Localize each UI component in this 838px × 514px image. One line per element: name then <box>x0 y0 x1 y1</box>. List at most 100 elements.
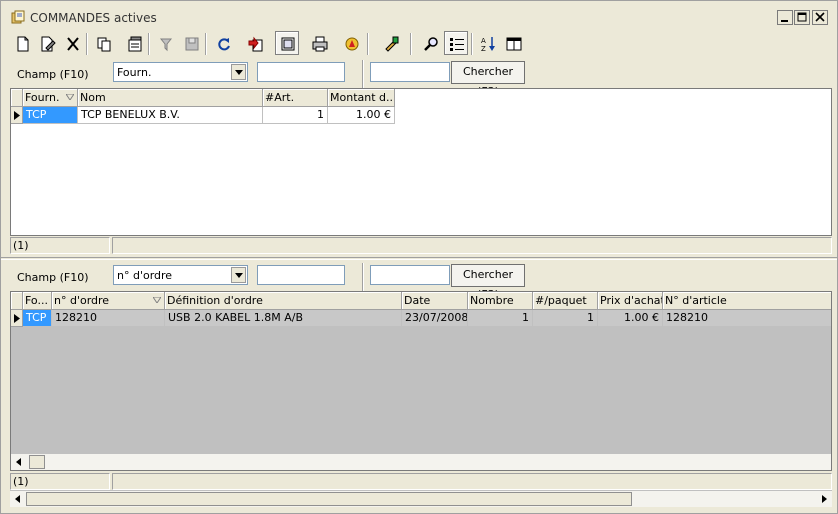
refresh-icon[interactable] <box>211 31 235 55</box>
top-search-bar: Champ (F10) Fourn. Chercher (F3) <box>1 60 837 98</box>
toolbar: AZ <box>1 31 837 57</box>
list-view-icon[interactable] <box>444 31 468 55</box>
column-header-ordre[interactable]: n° d'ordre <box>52 292 165 310</box>
cell-art[interactable]: 1 <box>263 107 328 124</box>
column-header-fourn[interactable]: Fourn. <box>23 89 78 107</box>
pen-icon[interactable] <box>379 31 403 55</box>
scroll-left-icon[interactable] <box>11 454 27 470</box>
svg-text:Z: Z <box>481 45 486 53</box>
cell-article[interactable]: 128210 <box>663 310 831 327</box>
current-row-arrow-icon <box>14 111 20 120</box>
search-input[interactable] <box>370 265 450 285</box>
scroll-thumb[interactable] <box>26 492 632 506</box>
find-icon[interactable] <box>419 31 443 55</box>
column-header-fo[interactable]: Fo... <box>23 292 52 310</box>
cell-nom[interactable]: TCP BENELUX B.V. <box>78 107 263 124</box>
cell-date[interactable]: 23/07/2008 <box>402 310 468 327</box>
cell-definition[interactable]: USB 2.0 KABEL 1.8M A/B <box>165 310 402 327</box>
field-select[interactable]: n° d'ordre <box>113 265 248 285</box>
search-button[interactable]: Chercher (F3) <box>451 264 525 301</box>
bottom-status-bar: (1) <box>10 473 832 490</box>
svg-text:A: A <box>481 37 486 45</box>
sort-az-icon[interactable]: AZ <box>476 31 500 55</box>
print-icon[interactable] <box>307 31 331 55</box>
suppliers-grid: Fourn. Nom #Art. Montant d... TCP TCP BE… <box>10 88 832 236</box>
filter-input[interactable] <box>257 265 345 285</box>
scroll-right-icon[interactable] <box>816 491 832 507</box>
column-header-label: n° d'ordre <box>54 294 110 307</box>
column-header-paquet[interactable]: #/paquet <box>533 292 598 310</box>
toolbar-separator <box>367 33 369 55</box>
window-horizontal-scrollbar[interactable] <box>10 490 832 507</box>
maximize-button[interactable] <box>794 10 810 25</box>
record-count: (1) <box>10 237 110 254</box>
title-bar: COMMANDES actives <box>1 1 837 27</box>
dropdown-button[interactable] <box>231 64 246 80</box>
record-count: (1) <box>10 473 110 490</box>
import-icon[interactable] <box>243 31 267 55</box>
toolbar-separator <box>205 33 207 55</box>
search-separator <box>362 263 364 291</box>
grid-horizontal-scrollbar[interactable] <box>11 453 831 470</box>
archive-icon[interactable] <box>179 31 203 55</box>
scroll-thumb[interactable] <box>29 455 45 469</box>
status-pane <box>112 473 832 490</box>
new-icon[interactable] <box>10 31 34 55</box>
scroll-left-icon[interactable] <box>10 491 26 507</box>
app-icon <box>11 10 25 24</box>
field-label: Champ (F10) <box>17 271 89 284</box>
search-button[interactable]: Chercher (F3) <box>451 61 525 98</box>
alert-icon[interactable] <box>339 31 363 55</box>
search-separator <box>362 60 364 88</box>
top-status-bar: (1) <box>10 237 832 254</box>
column-header-nom[interactable]: Nom <box>78 89 263 107</box>
bottom-search-bar: Champ (F10) n° d'ordre Chercher (F3) <box>1 263 837 301</box>
column-header-nombre[interactable]: Nombre <box>468 292 533 310</box>
grid-corner <box>11 89 23 107</box>
sort-indicator-icon <box>66 94 74 100</box>
print-preview-icon[interactable] <box>275 31 299 55</box>
column-header-article[interactable]: N° d'article <box>663 292 831 310</box>
toolbar-separator <box>148 33 150 55</box>
sort-indicator-icon <box>153 297 161 303</box>
grid-corner <box>11 292 23 310</box>
column-header-art[interactable]: #Art. <box>263 89 328 107</box>
row-indicator <box>11 310 23 327</box>
filter-icon[interactable] <box>154 31 178 55</box>
cell-montant[interactable]: 1.00 € <box>328 107 395 124</box>
close-window-button[interactable] <box>812 10 828 25</box>
field-select[interactable]: Fourn. <box>113 62 248 82</box>
cell-prix[interactable]: 1.00 € <box>598 310 663 327</box>
field-label: Champ (F10) <box>17 68 89 81</box>
field-select-value: n° d'ordre <box>117 269 173 282</box>
orders-grid: Fo... n° d'ordre Définition d'ordre Date… <box>10 291 832 471</box>
column-header-prix[interactable]: Prix d'achat <box>598 292 663 310</box>
cell-fo[interactable]: TCP <box>23 310 52 327</box>
delete-icon[interactable] <box>60 31 84 55</box>
cell-nombre[interactable]: 1 <box>468 310 533 327</box>
search-input[interactable] <box>370 62 450 82</box>
column-header-definition[interactable]: Définition d'ordre <box>165 292 402 310</box>
minimize-button[interactable] <box>777 10 793 25</box>
toolbar-separator <box>410 33 412 55</box>
status-pane <box>112 237 832 254</box>
properties-icon[interactable] <box>122 31 146 55</box>
filter-input[interactable] <box>257 62 345 82</box>
cell-fourn[interactable]: TCP <box>23 107 78 124</box>
toolbar-separator <box>471 33 473 55</box>
window-title: COMMANDES actives <box>30 11 157 25</box>
cell-paquet[interactable]: 1 <box>533 310 598 327</box>
column-header-label: Fourn. <box>25 91 60 104</box>
cell-ordre[interactable]: 128210 <box>52 310 165 327</box>
splitter[interactable] <box>1 257 837 260</box>
current-row-arrow-icon <box>14 314 20 323</box>
columns-icon[interactable] <box>501 31 525 55</box>
copy-icon[interactable] <box>91 31 115 55</box>
field-select-value: Fourn. <box>117 66 152 79</box>
toolbar-separator <box>86 33 88 55</box>
edit-document-icon[interactable] <box>35 31 59 55</box>
column-header-date[interactable]: Date <box>402 292 468 310</box>
column-header-montant[interactable]: Montant d... <box>328 89 395 107</box>
dropdown-button[interactable] <box>231 267 246 283</box>
row-indicator <box>11 107 23 124</box>
